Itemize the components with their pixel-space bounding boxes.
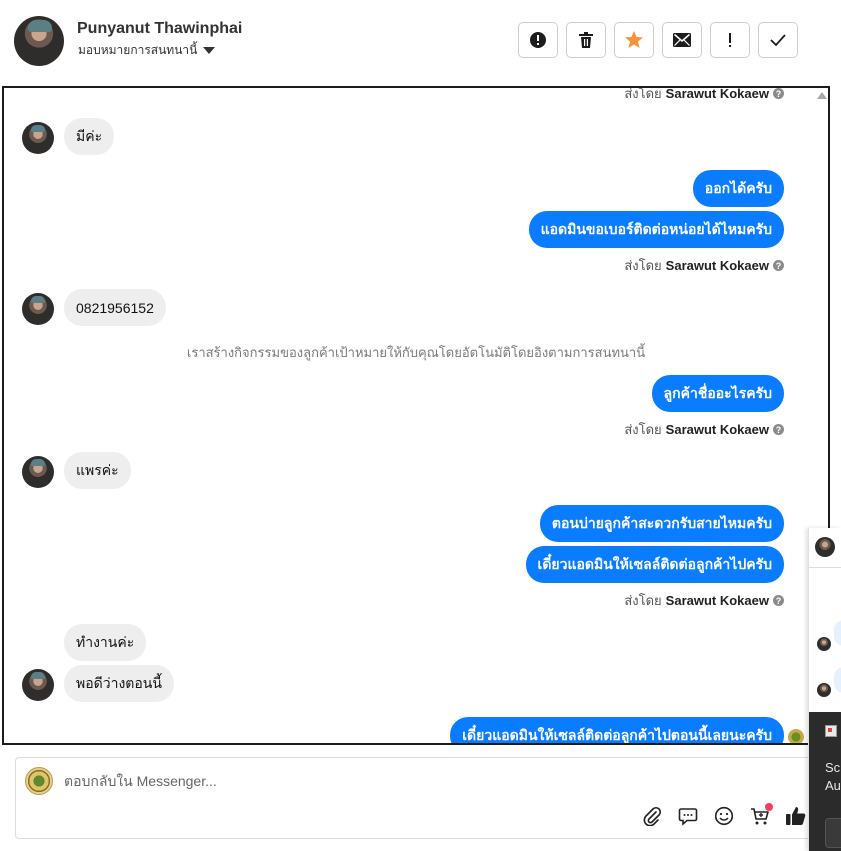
toast-text-line2: Au [825, 778, 841, 793]
notification-dot [765, 803, 773, 811]
star-icon [625, 31, 643, 48]
contact-avatar-small[interactable] [22, 456, 54, 488]
header-actions [518, 22, 798, 58]
alert-circle-icon [530, 32, 546, 48]
sent-by-label: ส่งโดย Sarawut Kokaew ? [624, 419, 784, 440]
outgoing-message[interactable]: แอดมินขอเบอร์ติดต่อหน่อยได้ไหมครับ [528, 211, 784, 248]
incoming-message[interactable]: พอดีว่างตอนนี้ [64, 665, 174, 702]
reply-input[interactable] [64, 773, 564, 789]
mark-unread-button[interactable] [662, 22, 702, 58]
page-avatar [25, 767, 53, 795]
help-icon[interactable]: ? [773, 88, 784, 99]
toast-notification[interactable]: Scr Au [809, 712, 841, 851]
sender-name: Sarawut Kokaew [665, 593, 769, 608]
paperclip-icon [643, 806, 661, 826]
assign-label: มอบหมายการสนทนานี้ [78, 43, 198, 57]
like-button[interactable] [784, 804, 807, 827]
outgoing-message[interactable]: ตอนบ่ายลูกค้าสะดวกรับสายไหมครับ [539, 505, 784, 542]
composer-tools [640, 803, 807, 827]
window-edge [830, 0, 841, 528]
emoji-button[interactable] [712, 804, 735, 827]
sender-name: Sarawut Kokaew [665, 258, 769, 273]
help-icon[interactable]: ? [773, 595, 784, 606]
reply-composer [15, 757, 812, 839]
contact-name[interactable]: Punyanut Thawinphai [77, 20, 242, 38]
conversation-header: Punyanut Thawinphai มอบหมายการสนทนานี้ [0, 0, 830, 84]
checkmark-icon [770, 34, 786, 47]
popup-avatar-small [817, 683, 831, 697]
outgoing-message[interactable]: ออกได้ครับ [692, 170, 784, 207]
incoming-message[interactable]: มีค่ะ [64, 118, 115, 155]
toast-text-line1: Scr [825, 760, 841, 775]
assign-conversation-dropdown[interactable]: มอบหมายการสนทนานี้ [78, 41, 216, 60]
delete-button[interactable] [566, 22, 606, 58]
sender-name: Sarawut Kokaew [665, 86, 769, 101]
caret-down-icon [203, 47, 216, 54]
toast-action-button[interactable] [825, 818, 841, 848]
page-seen-avatar [788, 729, 804, 743]
chat-bubble-icon [678, 807, 697, 826]
mark-done-button[interactable] [758, 22, 798, 58]
chat-popup-panel[interactable]: Scr Au [808, 528, 841, 851]
incoming-message[interactable]: ทำงานค่ะ [64, 624, 147, 661]
messenger-inbox-conversation: Punyanut Thawinphai มอบหมายการสนทนานี้ ส… [0, 0, 841, 851]
system-note: เราสร้างกิจกรรมของลูกค้าเป้าหมายให้กับคุ… [186, 345, 646, 360]
follow-up-button[interactable] [614, 22, 654, 58]
exclamation-icon [729, 33, 731, 47]
popup-avatar-small [817, 637, 831, 651]
app-icon [825, 725, 837, 737]
sent-by-label: ส่งโดย Sarawut Kokaew ? [624, 86, 784, 104]
outgoing-message[interactable]: เดี๋ยวแอดมินให้เซลล์ติดต่อลูกค้าไปตอนนี้… [450, 717, 784, 743]
popup-contact-avatar [815, 537, 835, 557]
sender-name: Sarawut Kokaew [665, 422, 769, 437]
popup-message-bubble [834, 620, 841, 646]
envelope-icon [673, 33, 691, 47]
smiley-icon [714, 806, 733, 825]
contact-avatar-small[interactable] [22, 669, 54, 701]
trash-icon [579, 32, 593, 48]
sent-by-label: ส่งโดย Sarawut Kokaew ? [624, 590, 784, 611]
message-thread[interactable]: ส่งโดย Sarawut Kokaew ? มีค่ะ ออกได้ครับ… [2, 86, 830, 745]
priority-button[interactable] [710, 22, 750, 58]
attach-button[interactable] [640, 804, 663, 827]
help-icon[interactable]: ? [773, 424, 784, 435]
chat-popup-header[interactable] [809, 528, 841, 568]
incoming-message[interactable]: แพรค่ะ [64, 452, 131, 489]
help-icon[interactable]: ? [773, 260, 784, 271]
contact-avatar[interactable] [14, 16, 64, 66]
sent-by-label: ส่งโดย Sarawut Kokaew ? [624, 255, 784, 276]
saved-reply-button[interactable] [676, 804, 699, 827]
popup-message-bubble [834, 667, 841, 693]
contact-avatar-small[interactable] [22, 293, 54, 325]
scroll-up-arrow[interactable] [817, 92, 827, 99]
shop-button[interactable] [748, 803, 773, 827]
incoming-message[interactable]: 0821956152 [64, 289, 166, 326]
outgoing-message[interactable]: เดี๋ยวแอดมินให้เซลล์ติดต่อลูกค้าไปครับ [525, 546, 784, 583]
outgoing-message[interactable]: ลูกค้าชื่ออะไรครับ [651, 375, 784, 412]
contact-avatar-small[interactable] [22, 122, 54, 154]
spam-button[interactable] [518, 22, 558, 58]
thumbs-up-icon [785, 806, 805, 825]
